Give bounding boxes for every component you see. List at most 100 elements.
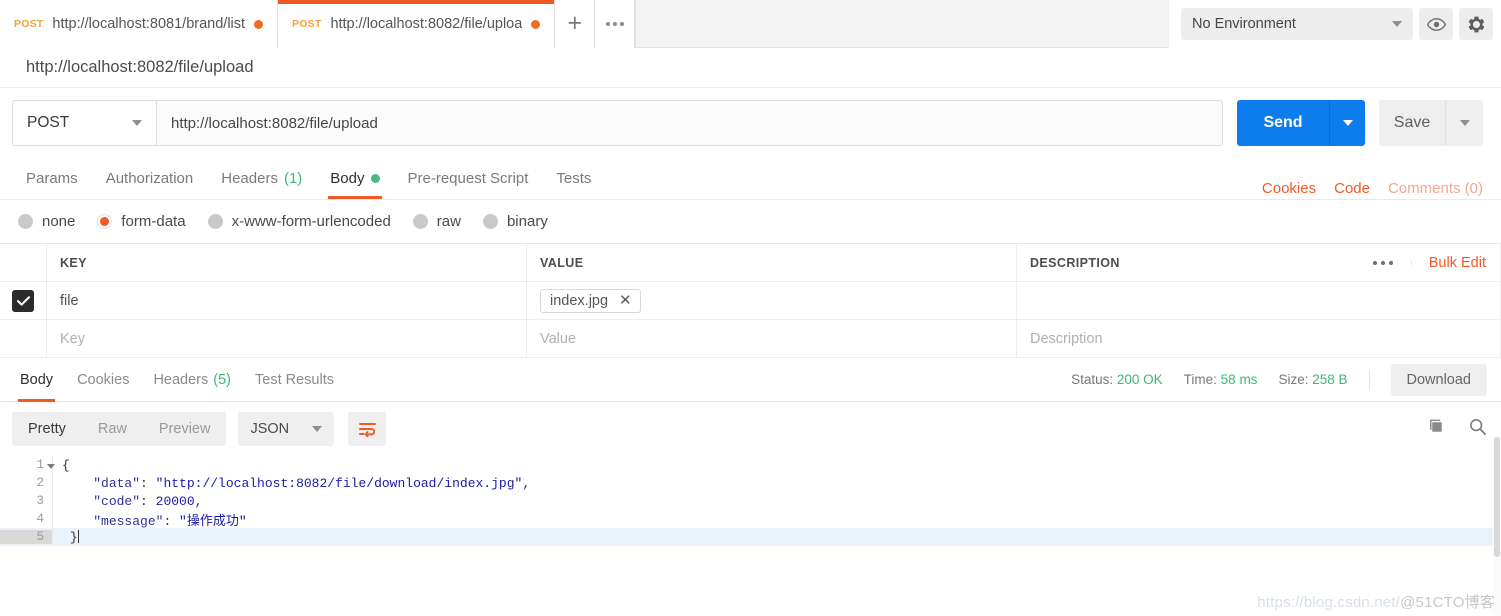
response-tab-test-results-label: Test Results xyxy=(255,371,334,388)
environment-quick-look-button[interactable] xyxy=(1419,8,1453,40)
cookies-link[interactable]: Cookies xyxy=(1262,180,1316,197)
download-button[interactable]: Download xyxy=(1390,363,1487,396)
http-method-label: POST xyxy=(27,114,70,131)
time-meta: Time: 58 ms xyxy=(1184,372,1258,387)
send-options-button[interactable] xyxy=(1329,100,1365,146)
empty-row-key-input[interactable]: Key xyxy=(47,320,527,357)
response-format-selector[interactable]: JSON xyxy=(238,412,335,446)
environment-area: No Environment xyxy=(1169,0,1501,48)
table-empty-row: Key Value Description xyxy=(0,320,1501,358)
radio-icon xyxy=(412,214,428,229)
save-options-button[interactable] xyxy=(1445,100,1483,146)
row-value-cell[interactable]: index.jpg ✕ xyxy=(527,282,1017,319)
copy-button[interactable] xyxy=(1427,417,1446,441)
ellipsis-icon xyxy=(605,22,624,26)
request-tab-1[interactable]: POST http://localhost:8081/brand/list xyxy=(0,0,279,48)
code-token: : xyxy=(140,493,156,509)
send-button[interactable]: Send xyxy=(1237,100,1329,146)
eye-icon xyxy=(1426,17,1446,31)
watermark-suffix: @51CTO博客 xyxy=(1400,594,1495,611)
response-tab-headers-count: (5) xyxy=(213,371,231,388)
response-tab-cookies[interactable]: Cookies xyxy=(65,358,141,402)
save-button[interactable]: Save xyxy=(1379,100,1445,146)
search-icon xyxy=(1470,419,1487,436)
environment-selector-label: No Environment xyxy=(1192,16,1296,32)
status-value: 200 OK xyxy=(1116,372,1163,387)
unsaved-indicator-icon xyxy=(531,19,541,29)
view-mode-preview[interactable]: Preview xyxy=(143,412,227,446)
file-chip[interactable]: index.jpg ✕ xyxy=(540,288,641,313)
response-tab-headers[interactable]: Headers (5) xyxy=(141,358,243,402)
header-key-cell: KEY xyxy=(47,244,527,281)
comments-link[interactable]: Comments (0) xyxy=(1388,180,1483,197)
line-number: 2 xyxy=(36,476,44,490)
response-tab-test-results[interactable]: Test Results xyxy=(243,358,346,402)
environment-selector[interactable]: No Environment xyxy=(1181,8,1413,40)
empty-row-description-input[interactable]: Description xyxy=(1017,320,1501,357)
body-type-none[interactable]: none xyxy=(18,213,75,230)
tab-headers[interactable]: Headers (1) xyxy=(207,157,316,199)
body-type-raw[interactable]: raw xyxy=(412,213,461,230)
tab-tests[interactable]: Tests xyxy=(542,157,605,199)
code-token: 20000 xyxy=(155,493,195,509)
line-number: 5 xyxy=(0,530,52,544)
empty-row-value-placeholder: Value xyxy=(540,330,577,347)
code-token: , xyxy=(194,493,203,509)
http-method-selector[interactable]: POST xyxy=(12,100,156,146)
fold-caret-icon[interactable] xyxy=(47,464,55,469)
size-meta: Size: 258 B xyxy=(1278,372,1347,387)
new-tab-button[interactable]: + xyxy=(555,0,596,48)
row-checkbox[interactable] xyxy=(12,289,34,312)
bulk-edit-button[interactable]: Bulk Edit xyxy=(1412,255,1486,271)
body-type-binary[interactable]: binary xyxy=(482,213,548,230)
gear-icon xyxy=(1468,16,1484,32)
tab-body[interactable]: Body xyxy=(316,157,393,199)
scrollbar-thumb[interactable] xyxy=(1494,437,1500,557)
request-tab-2[interactable]: POST http://localhost:8082/file/uploa xyxy=(278,0,556,48)
request-tab-2-method: POST xyxy=(292,18,322,30)
code-line: 1{ xyxy=(0,456,1501,474)
watermark-url: https://blog.csdn.net/ xyxy=(1257,594,1401,611)
body-type-form-data[interactable]: form-data xyxy=(97,213,186,230)
header-description-cell: DESCRIPTION Bulk Edit xyxy=(1017,244,1501,281)
view-mode-pretty[interactable]: Pretty xyxy=(12,412,82,446)
header-value-cell: VALUE xyxy=(527,244,1017,281)
row-key-cell[interactable]: file xyxy=(47,282,527,319)
chevron-down-icon xyxy=(1392,21,1402,27)
tab-authorization[interactable]: Authorization xyxy=(92,157,208,199)
response-tab-headers-label: Headers xyxy=(153,371,209,388)
body-type-raw-label: raw xyxy=(436,213,461,230)
form-data-table: KEY VALUE DESCRIPTION Bulk Edit file ind… xyxy=(0,243,1501,358)
close-icon[interactable]: ✕ xyxy=(619,293,632,308)
response-scrollbar[interactable] xyxy=(1493,437,1501,616)
code-line: 2 "data": "http://localhost:8082/file/do… xyxy=(0,474,1501,492)
tab-params-label: Params xyxy=(26,169,78,187)
empty-row-value-input[interactable]: Value xyxy=(527,320,1017,357)
code-line: 3 "code": 20000, xyxy=(0,492,1501,510)
chevron-down-icon xyxy=(1342,120,1353,126)
copy-icon xyxy=(1430,419,1442,432)
view-mode-raw[interactable]: Raw xyxy=(82,412,143,446)
code-link[interactable]: Code xyxy=(1334,180,1370,197)
row-description-cell[interactable] xyxy=(1017,282,1501,319)
table-options-button[interactable] xyxy=(1355,260,1412,265)
code-line-text: "code": 20000, xyxy=(52,494,202,509)
tab-options-button[interactable] xyxy=(595,0,636,48)
code-token: "http://localhost:8082/file/download/ind… xyxy=(155,475,523,491)
tab-pre-request-script[interactable]: Pre-request Script xyxy=(394,157,543,199)
url-input[interactable]: http://localhost:8082/file/upload xyxy=(156,100,1223,146)
tab-params[interactable]: Params xyxy=(12,157,92,199)
code-token: : xyxy=(163,513,180,529)
search-button[interactable] xyxy=(1468,417,1487,441)
body-type-x-www-form-urlencoded[interactable]: x-www-form-urlencoded xyxy=(207,213,391,230)
plus-icon: + xyxy=(567,8,583,37)
wrap-lines-button[interactable] xyxy=(348,412,387,446)
tab-authorization-label: Authorization xyxy=(105,169,194,187)
request-name: http://localhost:8082/file/upload xyxy=(0,48,1501,88)
response-tab-body[interactable]: Body xyxy=(8,358,65,402)
response-body-code[interactable]: 1{2 "data": "http://localhost:8082/file/… xyxy=(0,456,1501,546)
body-type-x-www-form-urlencoded-label: x-www-form-urlencoded xyxy=(231,213,391,230)
table-row: file index.jpg ✕ xyxy=(0,282,1501,320)
settings-button[interactable] xyxy=(1459,8,1493,40)
watermark: https://blog.csdn.net/@51CTO博客 xyxy=(1257,591,1495,612)
